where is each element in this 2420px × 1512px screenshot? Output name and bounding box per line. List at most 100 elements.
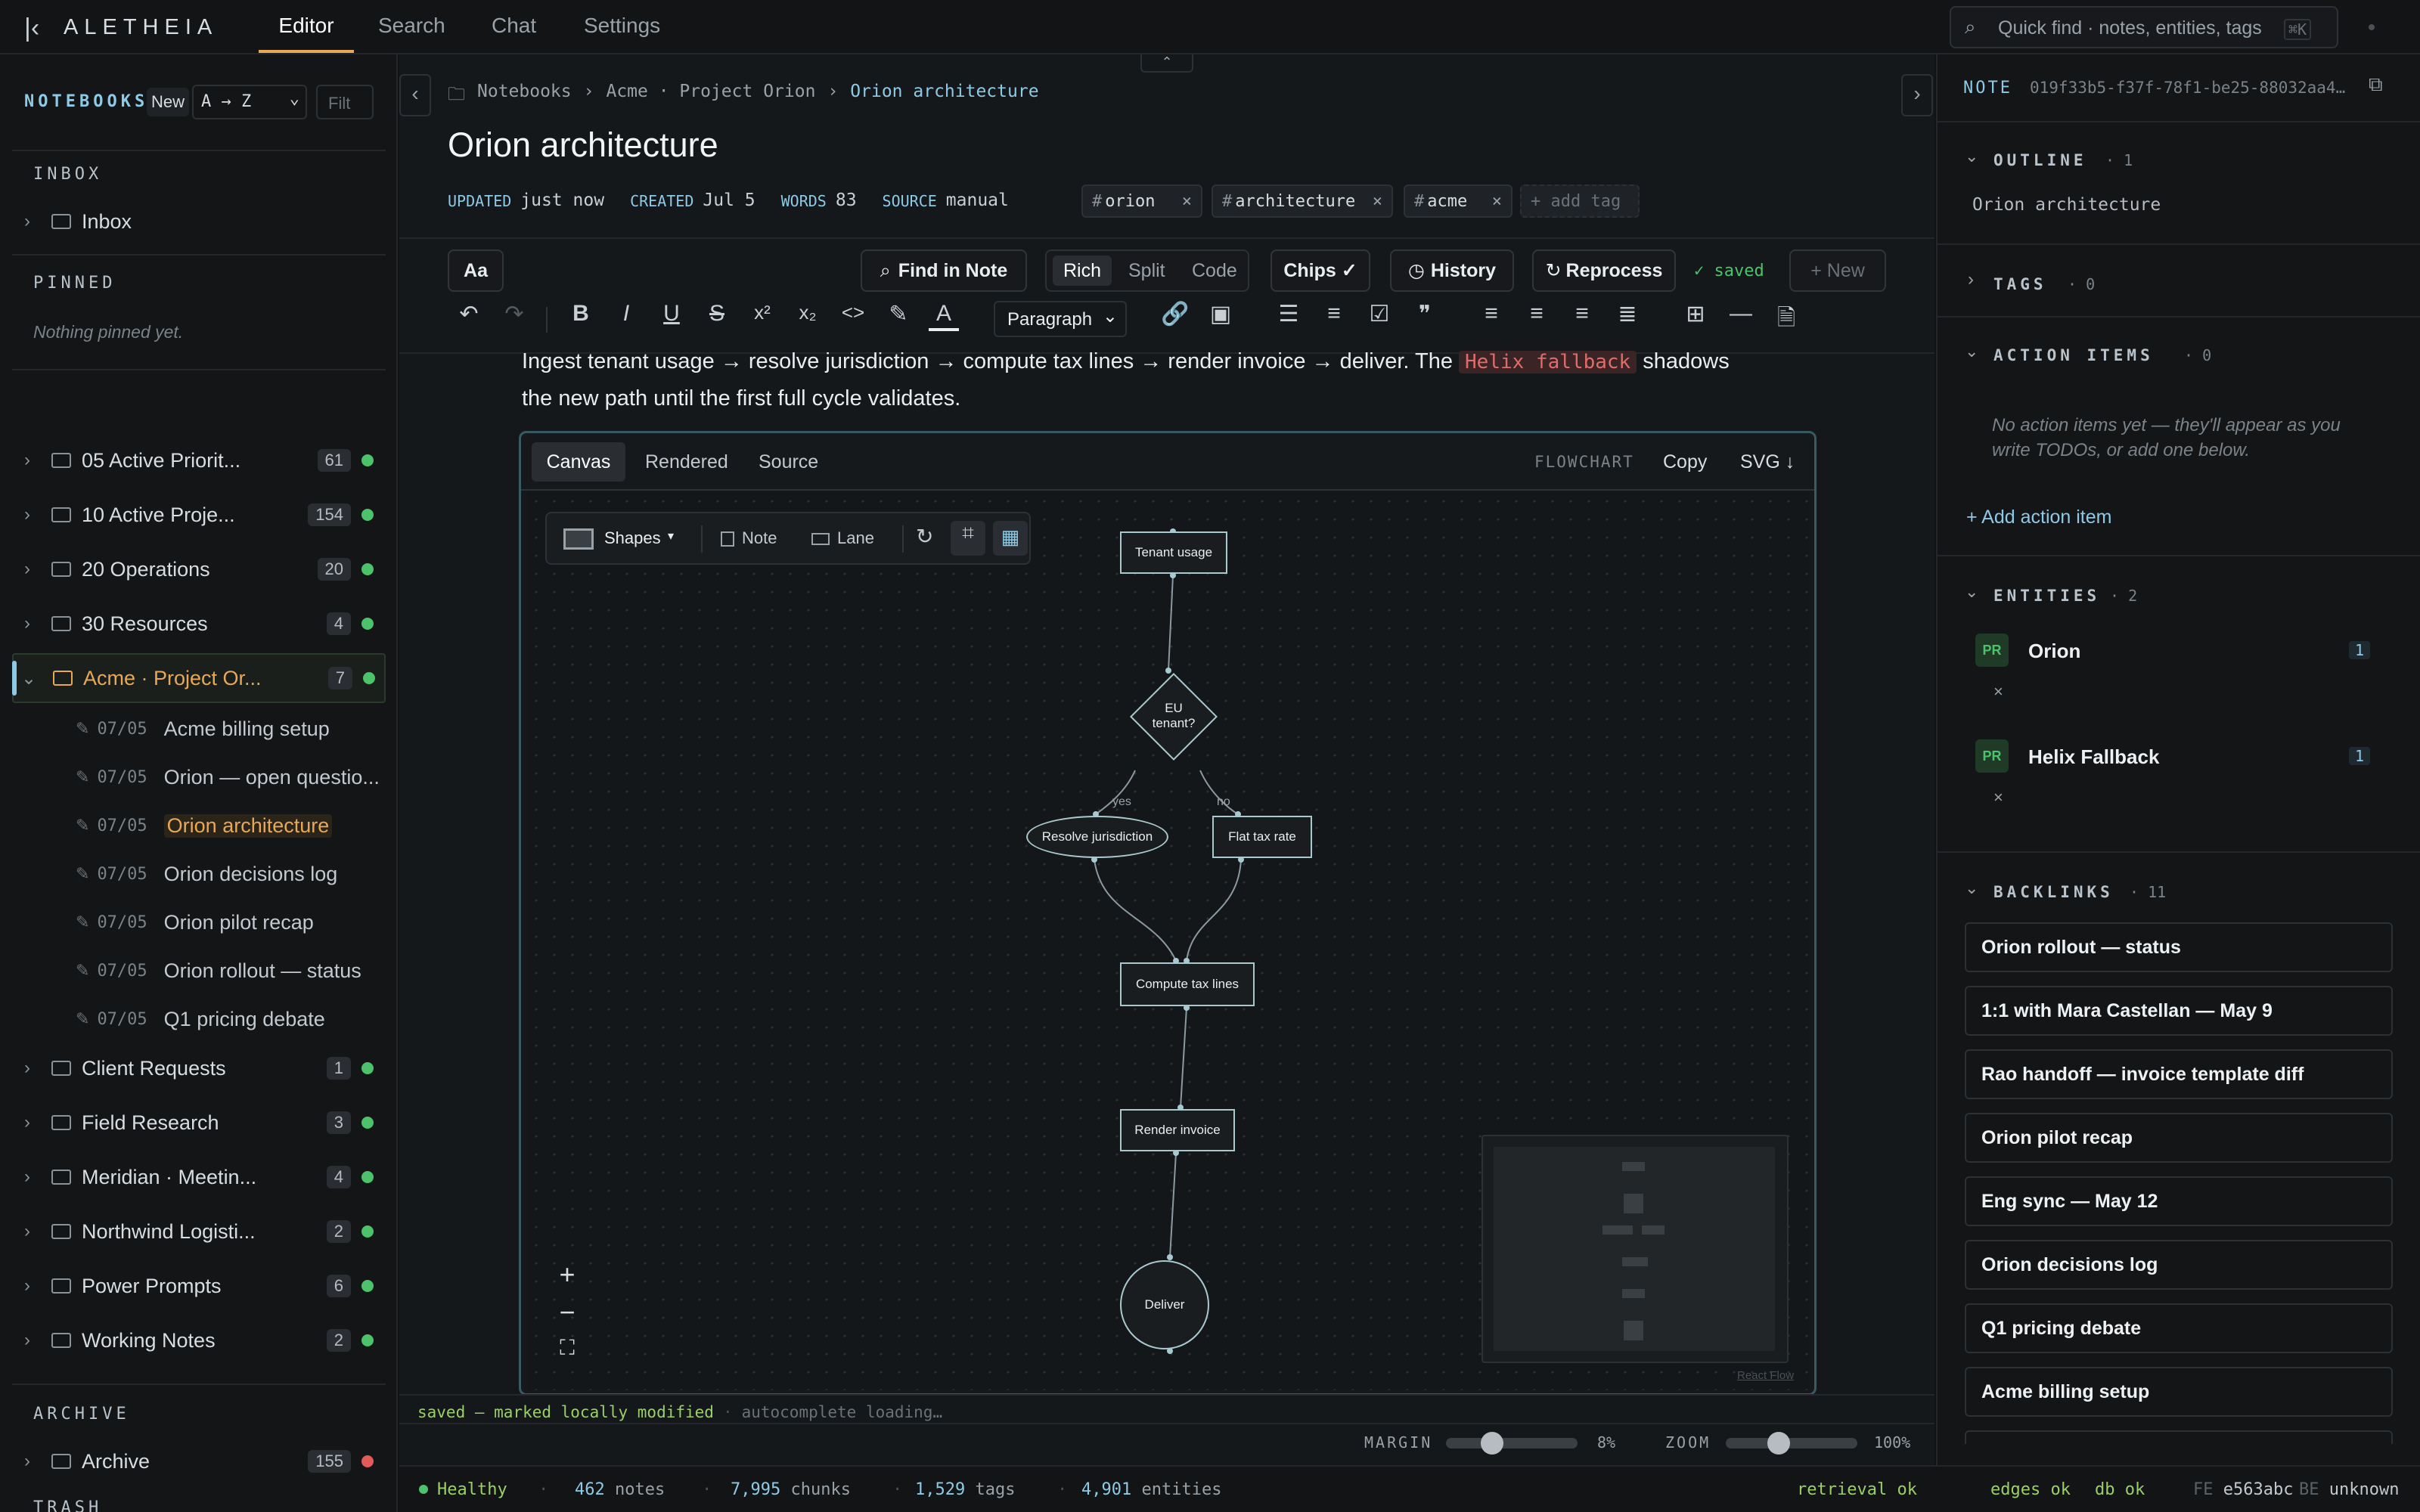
paragraph-select[interactable]: Paragraph ⌄ — [994, 301, 1127, 337]
quick-find-input[interactable]: ⌕ Quick find · notes, entities, tags ⌘K — [1950, 6, 2338, 48]
image-icon[interactable]: ▣ — [1205, 301, 1236, 327]
sidebar-folder[interactable]: › Field Research 3 — [12, 1099, 386, 1146]
zoom-out-button[interactable]: − — [550, 1297, 585, 1331]
undo-icon[interactable]: ↶ — [454, 301, 484, 327]
flow-node-flat-tax-rate[interactable]: Flat tax rate — [1212, 816, 1312, 858]
underline-icon[interactable]: U — [656, 301, 687, 327]
backlink-item[interactable]: Rao handoff — invoice template diff — [1965, 1049, 2393, 1099]
sidebar-folder[interactable]: › Working Notes 2 — [12, 1317, 386, 1364]
align-right-icon[interactable]: ≡ — [1567, 301, 1597, 327]
download-svg-button[interactable]: SVG ↓ — [1740, 451, 1795, 473]
outline-item[interactable]: Orion architecture — [1972, 195, 2161, 215]
sidebar-folder[interactable]: › 05 Active Priorit... 61 — [12, 437, 386, 484]
collapse-sidebar-icon[interactable]: |‹ — [24, 14, 39, 43]
copy-button[interactable]: Copy — [1663, 451, 1707, 473]
italic-icon[interactable]: I — [611, 301, 641, 327]
copy-icon[interactable]: ⧉ — [2369, 73, 2383, 97]
flowchart-tab-rendered[interactable]: Rendered — [645, 451, 728, 473]
mode-code[interactable]: Code — [1192, 260, 1237, 282]
backlink-item[interactable]: Orion pilot recap — [1965, 1113, 2393, 1163]
react-flow-attribution[interactable]: React Flow — [1737, 1369, 1794, 1382]
tags-title[interactable]: TAGS — [1993, 275, 2047, 293]
zoom-slider[interactable] — [1726, 1432, 1857, 1455]
mode-rich[interactable]: Rich — [1053, 256, 1112, 286]
entity-item[interactable]: PR Helix Fallback 1 × — [1975, 739, 2384, 830]
note-body[interactable]: Ingest tenant usage → resolve jurisdicti… — [522, 345, 1807, 413]
code-icon[interactable]: <> — [838, 301, 868, 324]
sidebar-folder[interactable]: › 20 Operations 20 — [12, 546, 386, 593]
tag-chip[interactable]: # acme × — [1404, 184, 1512, 218]
sidebar-folder[interactable]: › 30 Resources 4 — [12, 600, 386, 647]
reprocess-button[interactable]: ↻ Reprocess — [1532, 249, 1676, 292]
action-items-title[interactable]: ACTION ITEMS — [1993, 346, 2154, 364]
strikethrough-icon[interactable]: S — [702, 301, 732, 327]
slider-thumb[interactable] — [1767, 1432, 1790, 1455]
align-justify-icon[interactable]: ≣ — [1612, 301, 1643, 327]
checklist-icon[interactable]: ☑ — [1364, 301, 1395, 327]
flow-node-render-invoice[interactable]: Render invoice — [1120, 1109, 1235, 1151]
breadcrumb-item[interactable]: Acme · Project Orion — [606, 82, 815, 111]
backlinks-title[interactable]: BACKLINKS — [1993, 883, 2114, 901]
chevron-right-icon[interactable]: › — [1968, 269, 1974, 290]
highlight-icon[interactable]: ✎ — [883, 301, 914, 327]
sidebar-folder[interactable]: › Power Prompts 6 — [12, 1263, 386, 1309]
font-button[interactable]: Aa — [448, 249, 504, 292]
link-icon[interactable]: 🔗 — [1160, 301, 1190, 327]
chevron-down-icon[interactable]: ⌄ — [1965, 582, 1978, 602]
backlink-item[interactable]: Orion decisions log — [1965, 1240, 2393, 1290]
minimap[interactable] — [1481, 1135, 1789, 1363]
subscript-icon[interactable]: x₂ — [793, 301, 823, 324]
note-item[interactable]: ✎ 07/05 Orion — open questio... — [76, 754, 386, 800]
note-item[interactable]: ✎ 07/05 Orion architecture — [76, 803, 386, 848]
table-icon[interactable]: ⊞ — [1680, 301, 1711, 327]
zoom-in-button[interactable]: + — [550, 1259, 585, 1294]
backlink-item[interactable]: 1:1 with Mara Castellan — May 9 — [1965, 986, 2393, 1036]
outline-title[interactable]: OUTLINE — [1993, 151, 2087, 169]
sidebar-folder[interactable]: › Meridian · Meetin... 4 — [12, 1154, 386, 1201]
note-item[interactable]: ✎ 07/05 Orion rollout — status — [76, 948, 386, 993]
collapse-right-button[interactable]: › — [1901, 74, 1933, 116]
note-item[interactable]: ✎ 07/05 Q1 pricing debate — [76, 996, 386, 1042]
add-tag-button[interactable]: + add tag — [1520, 184, 1640, 218]
flow-canvas[interactable]: Shapes ▾ Note Lane ↻ ⌗ ▦ yes no Tenant u… — [527, 492, 1810, 1390]
flowchart-tab-source[interactable]: Source — [759, 451, 818, 473]
collapse-left-button[interactable]: ‹ — [399, 74, 431, 116]
flow-node-tenant-usage[interactable]: Tenant usage — [1120, 531, 1227, 574]
tab-chat[interactable]: Chat — [492, 14, 536, 38]
sidebar-folder[interactable]: › 10 Active Proje... 154 — [12, 491, 386, 538]
numbered-list-icon[interactable]: ≡ — [1319, 301, 1349, 327]
close-icon[interactable]: × — [1182, 192, 1192, 211]
note-item[interactable]: ✎ 07/05 Orion decisions log — [76, 851, 386, 897]
close-icon[interactable]: × — [1993, 788, 2003, 807]
close-icon[interactable]: × — [1993, 682, 2003, 702]
chips-toggle-button[interactable]: Chips ✓ — [1270, 249, 1370, 292]
horizontal-rule-icon[interactable]: — — [1726, 301, 1756, 327]
slider-thumb[interactable] — [1480, 1432, 1503, 1455]
sidebar-item-archive[interactable]: › Archive 155 — [12, 1438, 386, 1485]
collapse-top-button[interactable]: ⌃ — [1140, 54, 1193, 73]
bullet-list-icon[interactable]: ☰ — [1274, 301, 1304, 327]
flow-node-compute-tax-lines[interactable]: Compute tax lines — [1120, 962, 1255, 1006]
superscript-icon[interactable]: x² — [747, 301, 777, 324]
chevron-down-icon[interactable]: ⌄ — [1965, 147, 1978, 166]
bold-icon[interactable]: B — [566, 301, 596, 327]
tab-settings[interactable]: Settings — [584, 14, 660, 38]
quote-icon[interactable]: ❞ — [1410, 301, 1440, 327]
flow-node-eu-tenant[interactable]: EU tenant? — [1129, 672, 1218, 761]
tab-editor[interactable]: Editor — [259, 14, 354, 53]
align-center-icon[interactable]: ≡ — [1522, 301, 1552, 327]
notebook-filter-input[interactable]: Filt — [316, 85, 374, 119]
new-notebook-button[interactable]: New — [147, 88, 190, 116]
tag-chip[interactable]: # orion × — [1081, 184, 1202, 218]
flow-node-resolve-jurisdiction[interactable]: Resolve jurisdiction — [1026, 816, 1168, 858]
align-left-icon[interactable]: ≡ — [1476, 301, 1506, 327]
note-item[interactable]: ✎ 07/05 Orion pilot recap — [76, 900, 386, 945]
close-icon[interactable]: × — [1373, 192, 1382, 211]
backlink-item[interactable]: Q1 pricing debate — [1965, 1303, 2393, 1353]
flow-node-deliver[interactable]: Deliver — [1120, 1260, 1209, 1349]
close-icon[interactable]: × — [1492, 192, 1502, 211]
fit-view-button[interactable]: ⛶ — [550, 1336, 585, 1371]
tab-search[interactable]: Search — [378, 14, 445, 38]
chevron-down-icon[interactable]: ⌄ — [1965, 878, 1978, 898]
sidebar-folder[interactable]: › Northwind Logisti... 2 — [12, 1208, 386, 1255]
